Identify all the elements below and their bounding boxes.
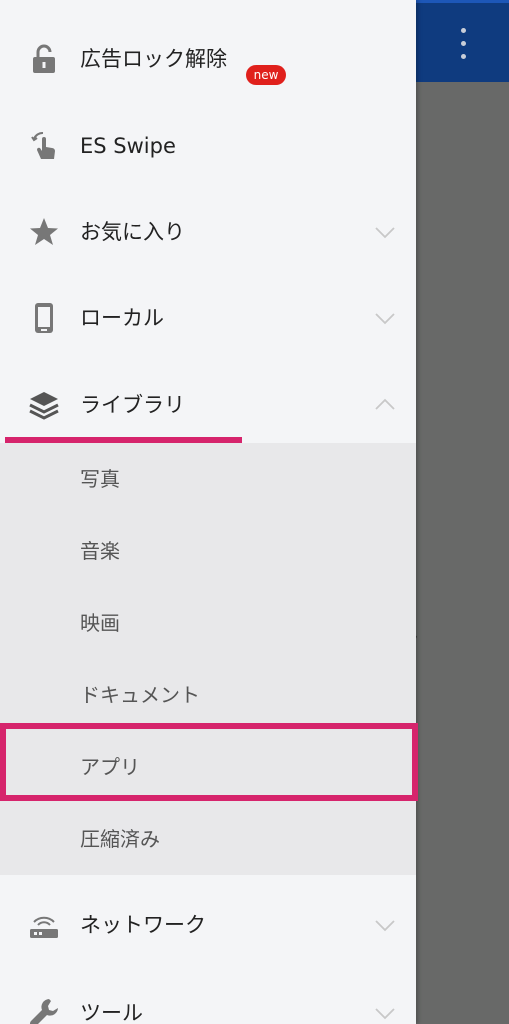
drawer-item-label: ネットワーク (80, 913, 206, 937)
submenu-item-music[interactable]: 音楽 (0, 515, 416, 587)
submenu-item-documents[interactable]: ドキュメント (0, 659, 416, 731)
drawer-item-library[interactable]: ライブラリ (0, 362, 416, 448)
drawer-item-favorites[interactable]: お気に入り (0, 189, 416, 275)
chevron-down-icon[interactable] (372, 912, 398, 938)
wrench-icon (29, 999, 58, 1024)
swipe-hand-icon (31, 132, 55, 159)
drawer-item-label: ローカル (80, 306, 164, 330)
layers-icon (29, 392, 59, 420)
navigation-drawer: 広告ロック解除 new ES Swipe お気に入り ローカル ライブラリ 写真… (0, 0, 416, 1024)
submenu-item-label: ドキュメント (80, 683, 200, 707)
submenu-item-movies[interactable]: 映画 (0, 587, 416, 659)
submenu-item-label: 音楽 (80, 539, 120, 563)
chevron-up-icon[interactable] (372, 392, 398, 418)
submenu-item-label: 写真 (80, 467, 120, 491)
lock-open-icon (33, 44, 55, 73)
more-vert-icon[interactable] (450, 24, 478, 64)
drawer-item-label: ライブラリ (80, 393, 185, 417)
new-badge: new (246, 65, 286, 85)
submenu-item-label: 映画 (80, 611, 120, 635)
router-icon (30, 916, 58, 938)
phone-icon (35, 303, 53, 333)
chevron-down-icon[interactable] (372, 1000, 398, 1024)
chevron-down-icon[interactable] (372, 305, 398, 331)
drawer-item-label: ES Swipe (80, 134, 176, 158)
drawer-item-es-swipe[interactable]: ES Swipe (0, 103, 416, 189)
apps-annotation-highlight-box (0, 723, 418, 801)
drawer-item-label: 広告ロック解除 (80, 47, 227, 71)
library-submenu: 写真 音楽 映画 ドキュメント アプリ 圧縮済み (0, 443, 416, 875)
star-icon (30, 218, 58, 245)
submenu-item-photos[interactable]: 写真 (0, 443, 416, 515)
drawer-item-label: ツール (80, 1001, 143, 1024)
chevron-down-icon[interactable] (372, 219, 398, 245)
submenu-item-compressed[interactable]: 圧縮済み (0, 803, 416, 875)
drawer-item-network[interactable]: ネットワーク (0, 882, 416, 968)
submenu-item-label: 圧縮済み (80, 827, 160, 851)
drawer-item-label: お気に入り (80, 220, 185, 244)
drawer-item-tools[interactable]: ツール (0, 970, 416, 1024)
drawer-item-unlock-ads[interactable]: 広告ロック解除 new (0, 16, 416, 102)
drawer-item-local[interactable]: ローカル (0, 275, 416, 361)
